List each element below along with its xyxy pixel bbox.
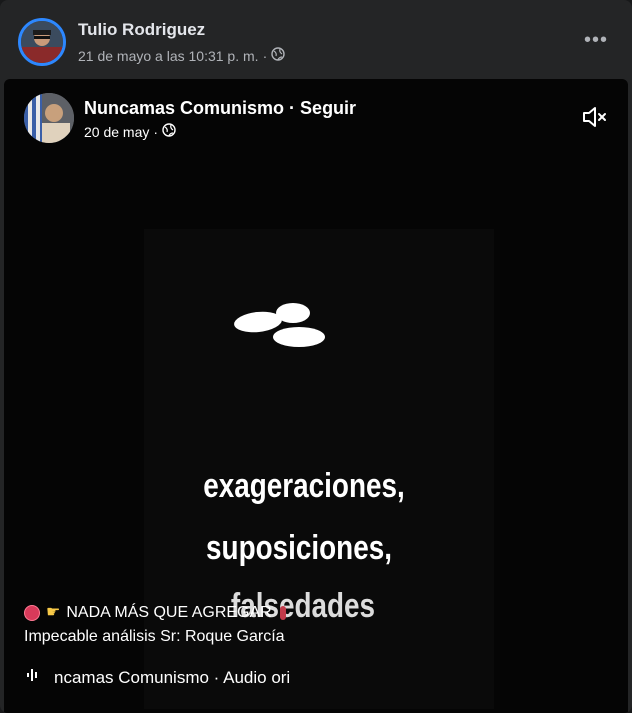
audio-wave-icon [26,667,40,688]
meta-separator: · [262,47,268,64]
overlay-text-line: suposiciones, [206,529,392,567]
pointing-hand-icon: ☛ [46,604,61,621]
audio-attribution[interactable]: ncamas Comunismo · Audio ori [26,667,290,688]
page-name[interactable]: Nuncamas Comunismo [84,98,284,118]
page-avatar[interactable] [24,93,74,143]
follow-button[interactable]: Seguir [300,98,356,118]
pin-icon [279,606,286,620]
more-options-button[interactable]: ••• [584,30,608,50]
red-circle-icon [24,605,40,621]
post-card: Tulio Rodriguez 21 de mayo a las 10:31 p… [0,0,632,713]
page-post-date[interactable]: 20 de may [84,124,149,140]
mute-toggle-button[interactable] [582,105,608,134]
video-caption: ☛ NADA MÁS QUE AGREGAR Impecable análisi… [24,601,286,649]
caption-line: ☛ NADA MÁS QUE AGREGAR [24,601,286,625]
channel-logo [228,299,328,354]
overlay-text-line: exageraciones, [203,467,405,505]
page-avatar-photo-icon [24,93,74,143]
page-meta-separator: · [153,123,159,140]
caption-text: NADA MÁS QUE AGREGAR [66,604,272,621]
post-meta: 21 de mayo a las 10:31 p. m. · [78,47,285,64]
speaker-muted-icon [583,107,606,127]
page-name-separator: · [284,98,301,118]
post-timestamp[interactable]: 21 de mayo a las 10:31 p. m. [78,48,259,64]
post-header: Tulio Rodriguez 21 de mayo a las 10:31 p… [0,0,632,80]
author-name[interactable]: Tulio Rodriguez [78,20,205,40]
globe-icon [271,47,285,64]
audio-text: ncamas Comunismo · Audio ori [54,667,291,687]
shared-video[interactable]: Nuncamas Comunismo · Seguir 20 de may · [4,79,628,713]
avatar-photo-icon [21,21,63,63]
caption-text-secondary: Impecable análisis Sr: Roque García [24,628,285,645]
page-meta: 20 de may · [84,123,176,140]
page-name-line: Nuncamas Comunismo · Seguir [84,98,356,119]
author-avatar[interactable] [18,18,66,66]
globe-icon [162,123,176,140]
